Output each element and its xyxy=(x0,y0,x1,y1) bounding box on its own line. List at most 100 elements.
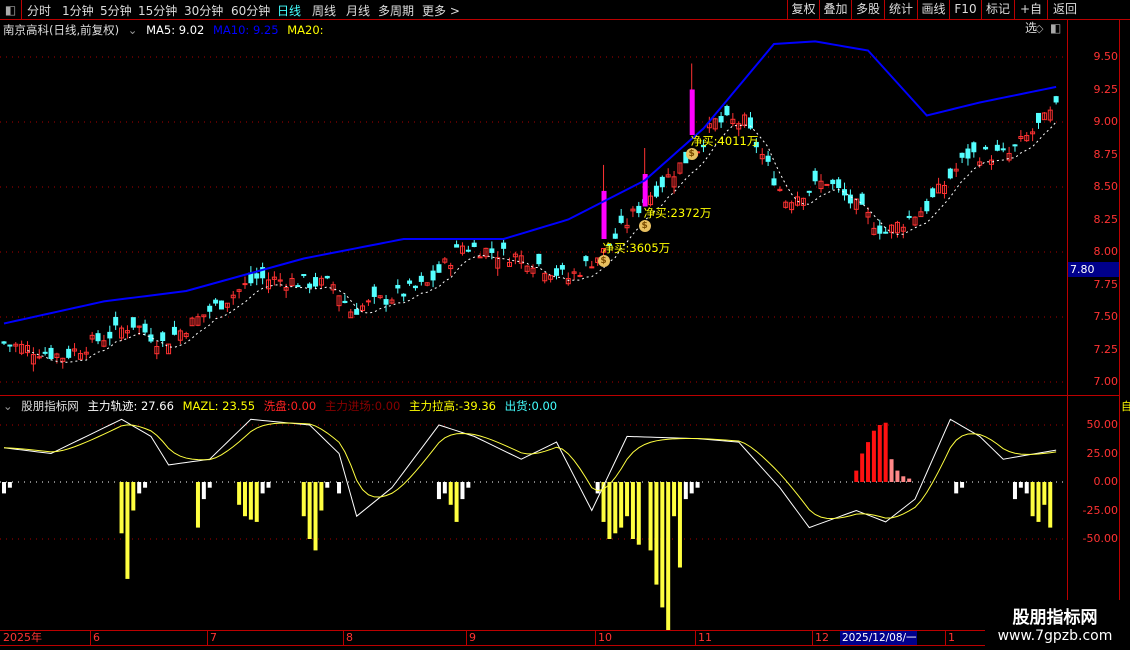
candle xyxy=(659,176,665,188)
candle xyxy=(994,144,1000,151)
candle xyxy=(365,300,371,303)
indicator-header: ⌄ 股朋指标网 主力轨迹: 27.66 MAZL: 23.55 洗盘:0.00 … xyxy=(3,398,562,414)
candle xyxy=(301,274,307,277)
candle xyxy=(42,351,48,354)
month-label: 1 xyxy=(945,631,955,645)
indicator-bar xyxy=(677,482,682,568)
indicator-bar xyxy=(889,459,894,482)
candle xyxy=(559,265,565,270)
candle xyxy=(436,264,442,273)
indicator-bar xyxy=(460,482,465,500)
indicator-bar xyxy=(207,482,212,488)
indicator-bar xyxy=(666,482,671,630)
indicator-bar xyxy=(660,482,665,608)
candle xyxy=(371,286,377,297)
money-bag-icon[interactable]: $ xyxy=(597,255,610,267)
candle xyxy=(242,283,248,286)
candle xyxy=(653,185,659,197)
indicator-bar xyxy=(454,482,459,522)
indicator-bar xyxy=(854,470,859,482)
indicator-bar xyxy=(625,482,630,517)
candle xyxy=(906,215,912,218)
candle xyxy=(924,201,930,212)
price-tick: 8.50 xyxy=(1093,180,1119,193)
ship-value: 0.00 xyxy=(531,399,558,413)
candle xyxy=(824,183,830,186)
candle xyxy=(501,242,507,249)
pull-up-label: 主力拉高: xyxy=(409,399,459,413)
candle xyxy=(471,242,477,248)
ship-label: 出货: xyxy=(504,399,532,413)
indicator-bar xyxy=(648,482,653,551)
watermark-name: 股朋指标网 xyxy=(1012,608,1098,628)
indicator-bar xyxy=(466,482,471,488)
candle xyxy=(536,253,542,265)
price-tick: 7.25 xyxy=(1093,342,1119,356)
candle xyxy=(612,233,618,239)
indicator-bar xyxy=(125,482,130,579)
indicator-bar xyxy=(907,478,912,482)
indicator-bar xyxy=(201,482,206,500)
indicator-bar xyxy=(143,482,148,488)
net-buy-annotation: 净买:4011万 xyxy=(690,134,759,148)
indicator-bar xyxy=(595,482,600,494)
candle xyxy=(965,148,971,159)
candle xyxy=(1,341,7,344)
indicator-tick: 0.00 xyxy=(1093,475,1119,488)
indicator-bar xyxy=(689,482,694,494)
indicator-bar xyxy=(254,482,259,522)
month-label: 8 xyxy=(343,631,353,645)
price-tick: 7.00 xyxy=(1093,375,1119,388)
candle xyxy=(1053,96,1059,103)
indicator-bar xyxy=(237,482,242,505)
main-track-value: 主力轨迹: 27.66 xyxy=(87,399,174,413)
candle xyxy=(983,146,989,150)
indicator-dropdown-icon[interactable]: ⌄ xyxy=(3,399,13,413)
candle xyxy=(489,248,495,253)
candle xyxy=(95,333,101,342)
candle xyxy=(295,285,301,288)
indicator-bar xyxy=(2,482,6,494)
indicator-bar xyxy=(895,470,900,482)
candle xyxy=(313,277,319,287)
right-strip-label[interactable]: 自 xyxy=(1121,398,1130,414)
candle xyxy=(454,244,460,248)
chart-canvas[interactable] xyxy=(0,0,1068,630)
candle xyxy=(806,190,812,193)
current-price-label: 7.80 xyxy=(1068,262,1119,277)
indicator-bar xyxy=(301,482,306,517)
price-tick: 9.00 xyxy=(1093,115,1119,128)
indicator-name[interactable]: 股朋指标网 xyxy=(21,399,79,413)
candle xyxy=(160,332,166,341)
entry-value: 0.00 xyxy=(374,399,401,413)
money-bag-icon[interactable]: $ xyxy=(638,220,651,232)
indicator-bar xyxy=(607,482,612,539)
candle xyxy=(718,116,724,123)
indicator-bar xyxy=(242,482,247,517)
candle xyxy=(142,323,148,333)
candle xyxy=(107,331,113,339)
month-label: 7 xyxy=(207,631,217,645)
pull-up-value: -39.36 xyxy=(458,399,496,413)
candle xyxy=(342,300,348,304)
indicator-bar xyxy=(960,482,965,488)
month-label: 11 xyxy=(695,631,712,645)
candle xyxy=(1000,148,1006,151)
candle xyxy=(130,317,136,328)
watermark-logo: 股朋指标网 www.7gpzb.com xyxy=(985,600,1125,648)
candle xyxy=(877,225,883,234)
candle xyxy=(7,344,13,347)
money-bag-icon[interactable]: $ xyxy=(685,148,698,160)
candle xyxy=(589,266,595,269)
big-candle xyxy=(601,190,607,239)
indicator-bar xyxy=(260,482,265,494)
indicator-tick: 25.00 xyxy=(1086,446,1119,460)
ma20-line xyxy=(3,40,1057,325)
date-axis-divider xyxy=(0,630,985,631)
mazl-value: MAZL: 23.55 xyxy=(182,399,256,413)
indicator-bar xyxy=(619,482,624,528)
indicator-bar xyxy=(131,482,136,511)
indicator-tick: 50.00 xyxy=(1086,418,1119,431)
date-axis-bottom xyxy=(0,645,985,646)
washout-label: 洗盘: xyxy=(263,399,291,413)
